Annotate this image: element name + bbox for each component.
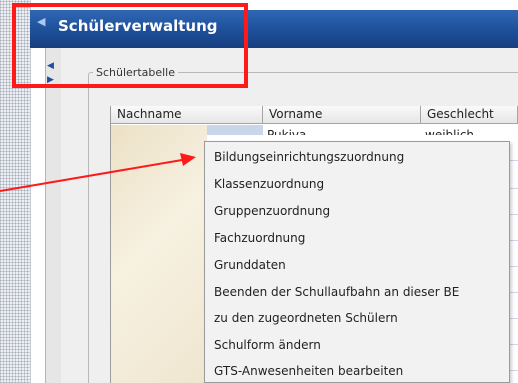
menu-item-grunddaten[interactable]: Grunddaten: [214, 257, 286, 273]
menu-item-gruppenzuordnung[interactable]: Gruppenzuordnung: [214, 203, 330, 219]
menu-item-zugeordnete-schueler[interactable]: zu den zugeordneten Schülern: [214, 310, 398, 326]
column-header-vorname[interactable]: Vorname: [263, 106, 421, 124]
table-cell-vorname[interactable]: Pukiva: [263, 125, 407, 135]
column-header-geschlecht[interactable]: Geschlecht: [421, 106, 518, 124]
menu-item-bildungseinrichtungszuordnung[interactable]: Bildungseinrichtungszuordnung: [214, 149, 404, 165]
table-cell-geschlecht[interactable]: weiblich: [421, 125, 515, 135]
selected-row[interactable]: [207, 125, 263, 135]
menu-item-klassenzuordnung[interactable]: Klassenzuordnung: [214, 176, 324, 192]
annotation-highlight-box: [12, 3, 248, 88]
menu-item-beenden-schullaufbahn[interactable]: Beenden der Schullaufbahn an dieser BE: [214, 284, 459, 300]
menu-item-gts-anwesenheiten[interactable]: GTS-Anwesenheiten bearbeiten: [214, 363, 403, 379]
menu-item-schulform-aendern[interactable]: Schulform ändern: [214, 337, 321, 353]
app-window: ◀ Schülerverwaltung ◀ ▶ Schülertabelle N…: [0, 0, 518, 383]
menu-item-fachzuordnung[interactable]: Fachzuordnung: [214, 230, 305, 246]
selected-cell-nachname[interactable]: [111, 125, 207, 383]
column-header-nachname[interactable]: Nachname: [111, 106, 263, 124]
